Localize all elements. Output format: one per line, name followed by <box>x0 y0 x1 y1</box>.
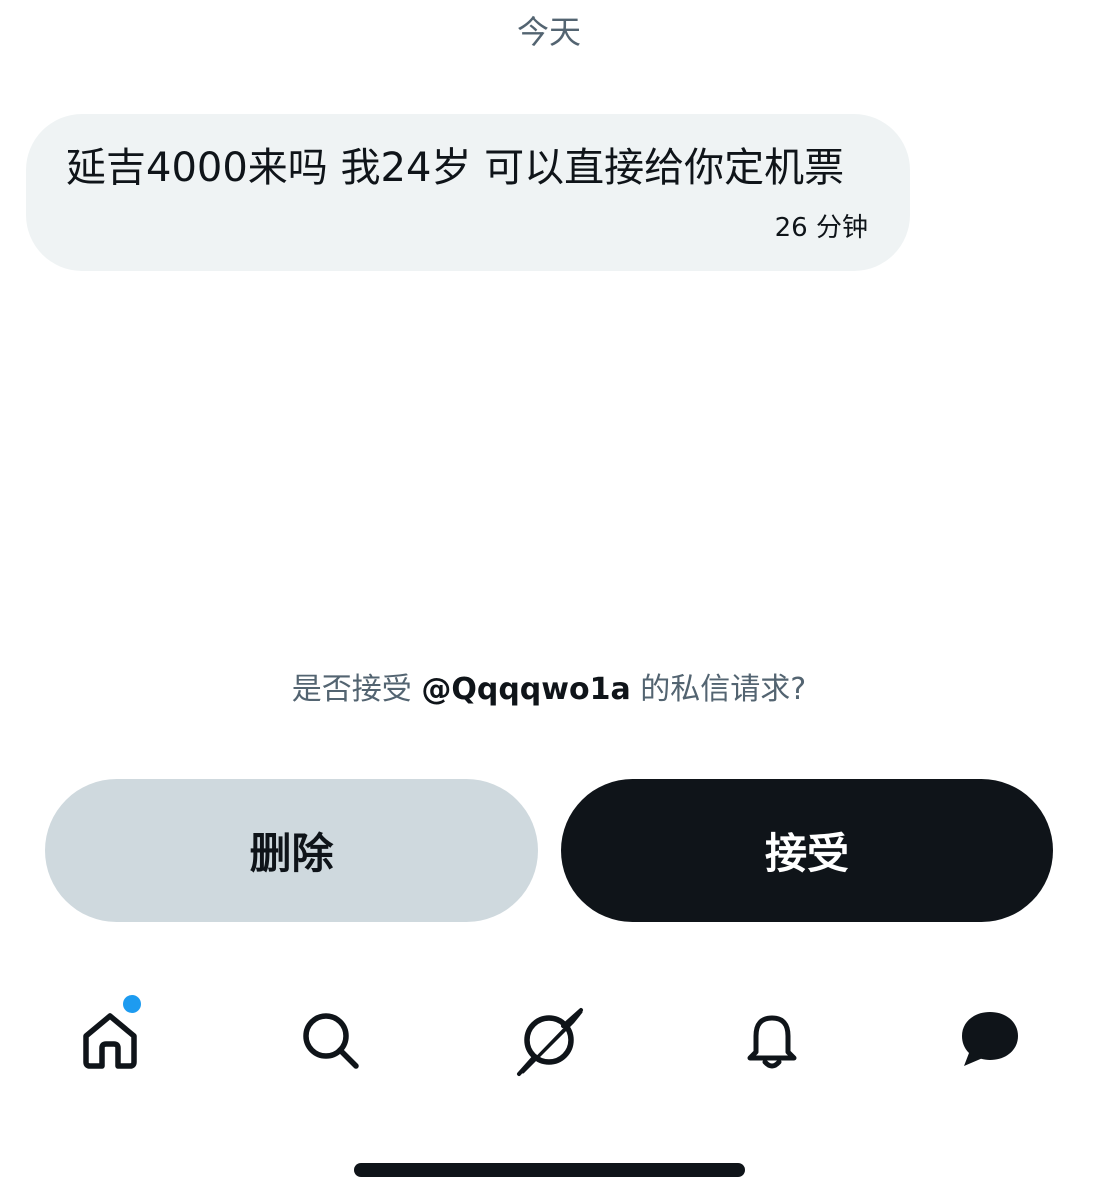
request-prompt-prefix: 是否接受 <box>291 672 422 707</box>
date-separator: 今天 <box>516 13 581 51</box>
request-sender-handle[interactable]: @Qqqqwo1a <box>421 672 630 707</box>
tab-search[interactable] <box>280 990 380 1090</box>
message-icon <box>962 1012 1018 1066</box>
home-notification-badge <box>120 992 144 1016</box>
message-timestamp: 26 分钟 <box>774 213 868 243</box>
delete-button[interactable]: 删除 <box>45 779 538 922</box>
message-bubble[interactable]: 延吉4000来吗 我24岁 可以直接给你定机票 26 分钟 <box>26 114 910 271</box>
grok-icon <box>517 1008 583 1076</box>
message-request-prompt: 是否接受 @Qqqqwo1a 的私信请求? <box>0 668 1098 712</box>
bottom-tab-bar <box>0 990 1098 1090</box>
search-icon <box>303 1013 359 1069</box>
bell-icon <box>747 1015 797 1069</box>
request-prompt-suffix: 的私信请求? <box>630 672 807 707</box>
tab-notifications[interactable] <box>722 990 822 1090</box>
tab-home[interactable] <box>60 990 160 1090</box>
tab-messages[interactable] <box>940 990 1040 1090</box>
tab-grok[interactable] <box>499 990 599 1090</box>
accept-button[interactable]: 接受 <box>561 779 1053 922</box>
home-icon <box>83 1013 137 1069</box>
message-text: 延吉4000来吗 我24岁 可以直接给你定机票 <box>66 145 845 191</box>
home-indicator <box>354 1163 745 1177</box>
